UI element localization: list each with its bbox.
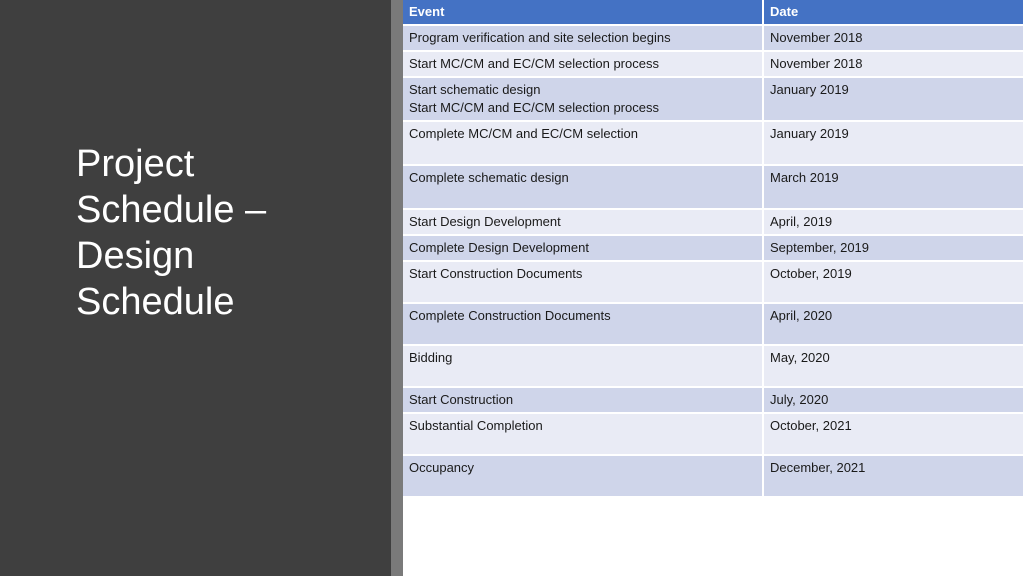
event-text: Start MC/CM and EC/CM selection process bbox=[409, 100, 659, 115]
slide-title-line: Schedule – bbox=[76, 189, 267, 231]
event-cell: Start Construction Documents bbox=[403, 261, 764, 304]
table-row: Complete Design Development September, 20… bbox=[403, 235, 1024, 262]
event-cell: Complete MC/CM and EC/CM selection bbox=[403, 121, 764, 166]
date-cell: July, 2020 bbox=[763, 387, 1024, 414]
table-row: Start MC/CM and EC/CM selection process N… bbox=[403, 51, 1024, 78]
event-text: Start Design Development bbox=[409, 214, 561, 229]
table-row: Complete MC/CM and EC/CM selection Januar… bbox=[403, 121, 1024, 166]
column-header-event: Event bbox=[403, 0, 764, 26]
event-cell: Start MC/CM and EC/CM selection process bbox=[403, 51, 764, 78]
table-row: Substantial Completion October, 2021 bbox=[403, 413, 1024, 456]
slide-title-line: Project bbox=[76, 143, 195, 185]
date-cell: January 2019 bbox=[763, 121, 1024, 166]
date-cell: May, 2020 bbox=[763, 345, 1024, 388]
slide-title: Project Schedule – Design Schedule bbox=[76, 141, 376, 325]
table-header-row: Event Date bbox=[403, 0, 1024, 26]
date-cell: September, 2019 bbox=[763, 235, 1024, 262]
event-cell: Complete Design Development bbox=[403, 235, 764, 262]
date-cell: December, 2021 bbox=[763, 455, 1024, 498]
table-row: Complete schematic design March 2019 bbox=[403, 165, 1024, 210]
date-cell: January 2019 bbox=[763, 77, 1024, 122]
event-cell: Bidding bbox=[403, 345, 764, 388]
date-cell: November 2018 bbox=[763, 51, 1024, 78]
event-cell: Complete schematic design bbox=[403, 165, 764, 210]
table-row: Complete Construction Documents April, 20… bbox=[403, 303, 1024, 346]
slide-title-line: Design bbox=[76, 235, 195, 277]
table-row: Start Design Development April, 2019 bbox=[403, 209, 1024, 236]
table-row: Occupancy December, 2021 bbox=[403, 455, 1024, 498]
event-text: Complete Construction Documents bbox=[409, 308, 611, 323]
table-row: Program verification and site selection … bbox=[403, 25, 1024, 52]
event-text: Occupancy bbox=[409, 460, 475, 475]
event-text: Complete MC/CM and EC/CM selection bbox=[409, 126, 639, 141]
schedule-table-container: Event Date Program verification and site… bbox=[403, 0, 1024, 498]
event-text: Substantial Completion bbox=[409, 418, 543, 433]
date-cell: April, 2020 bbox=[763, 303, 1024, 346]
event-text: Complete Design Development bbox=[409, 240, 589, 255]
event-cell: Substantial Completion bbox=[403, 413, 764, 456]
table-row: Start schematic design Start MC/CM and EC… bbox=[403, 77, 1024, 122]
date-cell: October, 2021 bbox=[763, 413, 1024, 456]
table-row: Start Construction Documents October, 201… bbox=[403, 261, 1024, 304]
event-cell: Occupancy bbox=[403, 455, 764, 498]
table-body: Program verification and site selection … bbox=[403, 25, 1024, 498]
slide-title-line: Schedule bbox=[76, 281, 235, 323]
event-text: Start MC/CM and EC/CM selection process bbox=[409, 56, 659, 71]
table-row: Bidding May, 2020 bbox=[403, 345, 1024, 388]
date-cell: October, 2019 bbox=[763, 261, 1024, 304]
date-cell: April, 2019 bbox=[763, 209, 1024, 236]
event-text: Start Construction Documents bbox=[409, 266, 583, 281]
event-text: Complete schematic design bbox=[409, 170, 569, 185]
event-cell: Start Construction bbox=[403, 387, 764, 414]
date-cell: March 2019 bbox=[763, 165, 1024, 210]
schedule-table: Event Date Program verification and site… bbox=[403, 0, 1024, 498]
event-text: Start Construction bbox=[409, 392, 514, 407]
date-cell: November 2018 bbox=[763, 25, 1024, 52]
event-cell: Complete Construction Documents bbox=[403, 303, 764, 346]
event-text: Bidding bbox=[409, 350, 453, 365]
event-cell: Start Design Development bbox=[403, 209, 764, 236]
event-text: Start schematic design bbox=[409, 82, 541, 97]
event-cell: Program verification and site selection … bbox=[403, 25, 764, 52]
table-row: Start Construction July, 2020 bbox=[403, 387, 1024, 414]
event-cell: Start schematic design Start MC/CM and EC… bbox=[403, 77, 764, 122]
column-header-date: Date bbox=[763, 0, 1024, 26]
panel-divider bbox=[391, 0, 403, 576]
event-text: Program verification and site selection … bbox=[409, 30, 671, 45]
